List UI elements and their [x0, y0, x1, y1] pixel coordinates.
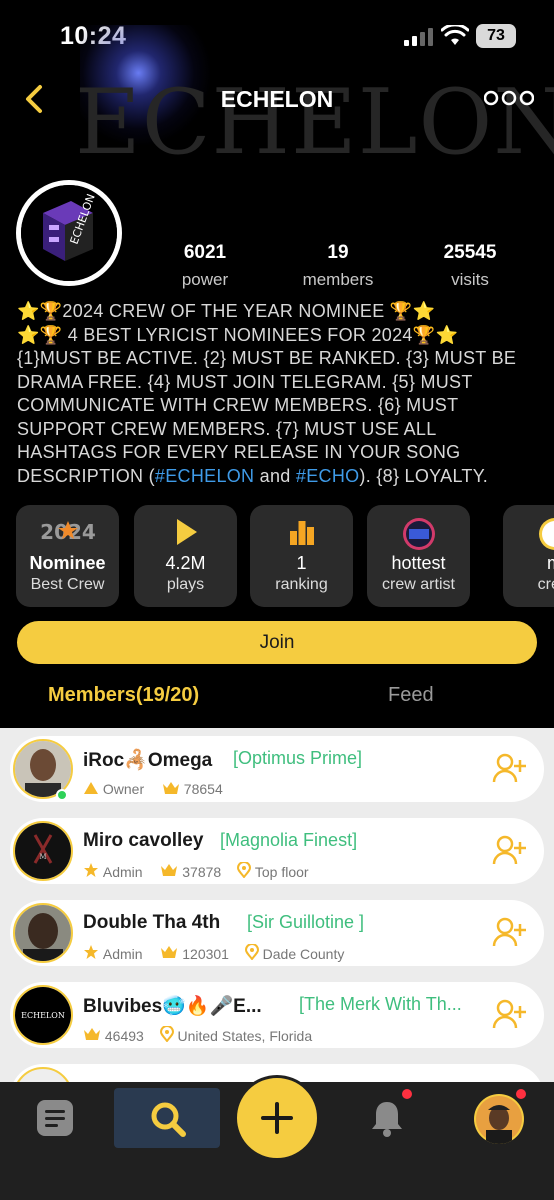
notifications-bell-icon[interactable]	[369, 1098, 405, 1138]
location-pin-icon	[244, 943, 259, 963]
add-friend-icon[interactable]	[492, 752, 528, 784]
join-button[interactable]: Join	[17, 621, 537, 664]
feed-list-icon[interactable]	[36, 1099, 74, 1137]
description-rules: {1}MUST BE ACTIVE. {2} MUST BE RANKED. {…	[17, 348, 517, 486]
location-pin-icon	[159, 1025, 174, 1045]
search-icon[interactable]	[148, 1099, 188, 1139]
crew-highlight-cards: 2024 Nominee Best Crew 4.2M plays 1 rank…	[16, 505, 554, 607]
crown-icon	[83, 1027, 101, 1044]
tab-feed[interactable]: Feed	[388, 684, 434, 707]
create-button[interactable]	[234, 1075, 320, 1161]
stat-visits: 25545 visits	[443, 242, 497, 289]
add-friend-icon[interactable]	[492, 916, 528, 948]
crew-logo: ECHELON	[21, 185, 117, 281]
hashtag-echo[interactable]: #ECHO	[296, 466, 360, 486]
stat-members: 19 members	[302, 242, 374, 289]
page-title: ECHELON	[220, 86, 334, 112]
profile-notification-dot	[516, 1089, 526, 1099]
plus-icon	[261, 1102, 293, 1134]
tab-members[interactable]: Members(19/20)	[48, 684, 199, 707]
ranking-bars-icon	[250, 517, 353, 547]
admin-star-icon	[83, 944, 99, 963]
add-friend-icon[interactable]	[492, 998, 528, 1030]
artist-avatar	[367, 517, 470, 550]
list-item[interactable]: iRoc🦂Omega [Optimus Prime] Owner 78654	[10, 736, 544, 802]
description-line-1: ⭐🏆2024 CREW OF THE YEAR NOMINEE 🏆⭐	[17, 301, 436, 321]
list-item[interactable]: ECHELON Bluvibes🥶🔥🎤E... [The Merk With T…	[10, 982, 544, 1048]
avatar[interactable]	[13, 903, 73, 963]
list-item[interactable]: M Miro cavolley [Magnolia Finest] Admin …	[10, 818, 544, 884]
card-ranking[interactable]: 1 ranking	[250, 505, 353, 607]
list-item[interactable]: Double Tha 4th [Sir Guillotine ] Admin 1…	[10, 900, 544, 966]
notification-dot	[402, 1089, 412, 1099]
more-options-icon[interactable]	[484, 90, 534, 106]
location-pin-icon	[236, 861, 251, 881]
svg-text:ECHELON: ECHELON	[21, 1011, 65, 1020]
crew-avatar[interactable]: ECHELON	[16, 180, 122, 286]
card-partial[interactable]: m crew	[503, 505, 554, 607]
card-hottest-artist[interactable]: hottest crew artist	[367, 505, 470, 607]
crown-icon	[160, 945, 178, 962]
admin-star-icon	[83, 862, 99, 881]
owner-triangle-icon	[83, 781, 99, 798]
avatar[interactable]: M	[13, 821, 73, 881]
card-plays[interactable]: 4.2M plays	[134, 505, 237, 607]
add-friend-icon[interactable]	[492, 834, 528, 866]
crew-description: ⭐🏆2024 CREW OF THE YEAR NOMINEE 🏆⭐ ⭐🏆 4 …	[17, 300, 537, 488]
crown-icon	[160, 863, 178, 880]
hashtag-echelon[interactable]: #ECHELON	[155, 466, 254, 486]
card-nominee[interactable]: 2024 Nominee Best Crew	[16, 505, 119, 607]
online-status-dot	[56, 789, 68, 801]
stat-power: 6021 power	[181, 242, 229, 289]
play-icon	[134, 517, 237, 547]
badge-2024-icon: 2024	[16, 517, 119, 547]
artist-avatar	[503, 517, 554, 550]
profile-avatar[interactable]	[474, 1094, 524, 1144]
svg-text:M: M	[39, 853, 46, 861]
description-line-2: ⭐🏆 4 BEST LYRICIST NOMINEES FOR 2024🏆⭐	[17, 324, 459, 345]
crown-icon	[162, 781, 180, 798]
avatar[interactable]: ECHELON	[13, 985, 73, 1045]
